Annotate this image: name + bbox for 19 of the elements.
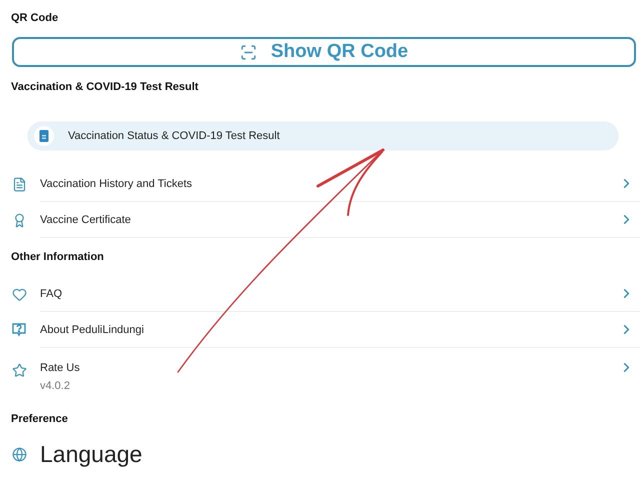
help-bubble-icon bbox=[11, 322, 27, 338]
menu-item-label[interactable]: Rate Us bbox=[40, 360, 612, 376]
section-title: QR Code bbox=[10, 10, 60, 26]
document-icon bbox=[12, 176, 26, 192]
menu-item-label[interactable]: About PeduliLindungi bbox=[40, 322, 612, 338]
scan-icon bbox=[240, 44, 257, 60]
section-title: Preference bbox=[10, 412, 69, 427]
menu-item-label[interactable]: Vaccine Certificate bbox=[40, 212, 612, 228]
globe-icon bbox=[12, 446, 26, 462]
menu-item-label[interactable]: Language bbox=[40, 440, 640, 468]
version-text: v4.0.2 bbox=[40, 379, 71, 394]
section-title: Other Information bbox=[10, 250, 105, 265]
section-title: Vaccination & COVID-19 Test Result bbox=[10, 80, 200, 95]
heart-icon bbox=[12, 286, 26, 302]
menu-item-label[interactable]: Vaccination History and Tickets bbox=[40, 176, 612, 192]
menu-item-label[interactable]: FAQ bbox=[40, 286, 612, 302]
vaccination-status-item[interactable]: Vaccination Status & COVID-19 Test Result bbox=[28, 122, 618, 150]
star-icon bbox=[12, 363, 26, 378]
id-card-icon bbox=[34, 126, 54, 146]
